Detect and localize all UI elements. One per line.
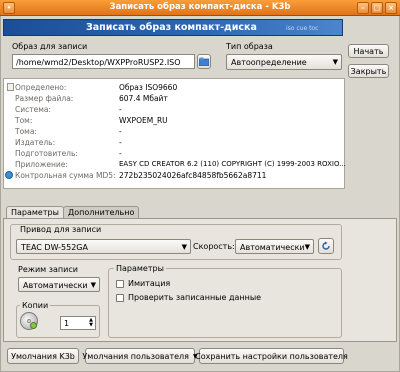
speed-select[interactable]: Автоматически ▼ bbox=[235, 239, 314, 254]
chevron-down-icon: ▼ bbox=[304, 243, 310, 251]
cd-copies-icon bbox=[20, 312, 38, 330]
chevron-down-icon: ▼ bbox=[181, 243, 187, 251]
write-mode-value: Автоматически bbox=[23, 281, 88, 290]
window-titlebar[interactable]: • Записать образ компакт-диска - K3b – □… bbox=[0, 0, 400, 16]
maximize-icon[interactable]: □ bbox=[371, 2, 383, 14]
info-value: - bbox=[119, 105, 122, 114]
info-row: Том: WXPOEM_RU bbox=[4, 116, 344, 127]
save-user-settings-button[interactable]: Сохранить настройки пользователя bbox=[195, 348, 348, 364]
info-key: Определено: bbox=[15, 83, 67, 92]
simulate-checkbox[interactable] bbox=[116, 280, 124, 288]
info-key: Тома: bbox=[15, 127, 37, 136]
write-mode-select[interactable]: Автоматически ▼ bbox=[18, 277, 100, 292]
options-label: Параметры bbox=[114, 264, 166, 273]
info-row: Система: - bbox=[4, 105, 344, 116]
info-value: - bbox=[119, 138, 122, 147]
browse-folder-button[interactable] bbox=[197, 54, 211, 69]
copies-value: 1 bbox=[64, 319, 70, 328]
speed-value: Автоматически bbox=[240, 243, 305, 252]
info-key: Приложение: bbox=[15, 160, 68, 169]
info-value: Образ ISO9660 bbox=[119, 83, 178, 92]
image-file-label: Образ для записи bbox=[12, 42, 88, 51]
image-type-select[interactable]: Автоопределение ▼ bbox=[226, 54, 342, 70]
spin-arrows-icon[interactable]: ▲ ▼ bbox=[89, 318, 93, 328]
info-key: Издатель: bbox=[15, 138, 56, 147]
user-defaults-label: Умолчания пользователя bbox=[82, 351, 189, 361]
chevron-down-icon: ▼ bbox=[332, 58, 338, 66]
info-value: 272b235024026afc84858fb5662a8711 bbox=[119, 171, 267, 180]
verify-label: Проверить записанные данные bbox=[128, 293, 262, 302]
info-row: Издатель: - bbox=[4, 138, 344, 149]
folder-icon bbox=[199, 57, 209, 66]
k3b-defaults-button[interactable]: Умолчания K3b bbox=[7, 348, 79, 364]
info-value: EASY CD CREATOR 6.2 (110) COPYRIGHT (C) … bbox=[119, 160, 346, 168]
write-mode-label: Режим записи bbox=[18, 265, 78, 274]
window-title: Записать образ компакт-диска - K3b bbox=[109, 2, 291, 12]
info-key: Том: bbox=[15, 116, 33, 125]
writer-label: Привод для записи bbox=[18, 225, 104, 234]
info-row: Тома: - bbox=[4, 127, 344, 138]
info-value: - bbox=[119, 149, 122, 158]
info-value: - bbox=[119, 127, 122, 136]
close-button[interactable]: Закрыть bbox=[348, 64, 389, 78]
info-row: Приложение: EASY CD CREATOR 6.2 (110) COP… bbox=[4, 160, 346, 171]
header-banner: Записать образ компакт-диска iso cue toc bbox=[3, 19, 343, 36]
verify-checkbox[interactable] bbox=[116, 294, 124, 302]
refresh-devices-button[interactable] bbox=[318, 238, 334, 254]
info-key: Контрольная сумма MD5: bbox=[15, 171, 116, 180]
copies-label: Копии bbox=[20, 301, 51, 310]
speed-label: Скорость: bbox=[193, 242, 235, 251]
writer-device-select[interactable]: TEAC DW-552GA ▼ bbox=[16, 239, 191, 254]
info-row: Определено: Образ ISO9660 bbox=[4, 83, 344, 94]
info-value: WXPOEM_RU bbox=[119, 116, 168, 125]
user-defaults-button[interactable]: Умолчания пользователя ▼ bbox=[82, 348, 198, 364]
info-key: Подготовитель: bbox=[15, 149, 78, 158]
simulate-label: Имитация bbox=[128, 279, 171, 288]
image-type-value: Автоопределение bbox=[231, 58, 307, 67]
start-button[interactable]: Начать bbox=[348, 44, 389, 58]
info-row: Контрольная сумма MD5: 272b235024026afc84… bbox=[4, 171, 344, 182]
info-key: Система: bbox=[15, 105, 51, 114]
image-info-panel: Определено: Образ ISO9660 Размер файла: 60… bbox=[3, 78, 346, 189]
header-subtitle: iso cue toc bbox=[286, 25, 319, 32]
info-row: Подготовитель: - bbox=[4, 149, 344, 160]
image-file-input[interactable]: /home/wmd2/Desktop/WXPProRUSP2.ISO bbox=[12, 54, 195, 69]
minimize-icon[interactable]: – bbox=[357, 2, 369, 14]
info-key: Размер файла: bbox=[15, 94, 74, 103]
info-value: 607.4 Мбайт bbox=[119, 94, 168, 103]
header-title: Записать образ компакт-диска bbox=[86, 22, 257, 33]
image-type-label: Тип образа bbox=[226, 42, 273, 51]
copies-spinbox[interactable]: 1 ▲ ▼ bbox=[60, 316, 96, 330]
writer-device-value: TEAC DW-552GA bbox=[21, 243, 88, 252]
chevron-down-icon: ▼ bbox=[90, 281, 96, 289]
info-row: Размер файла: 607.4 Мбайт bbox=[4, 94, 344, 105]
refresh-icon bbox=[322, 241, 330, 250]
close-icon[interactable]: × bbox=[385, 2, 397, 14]
